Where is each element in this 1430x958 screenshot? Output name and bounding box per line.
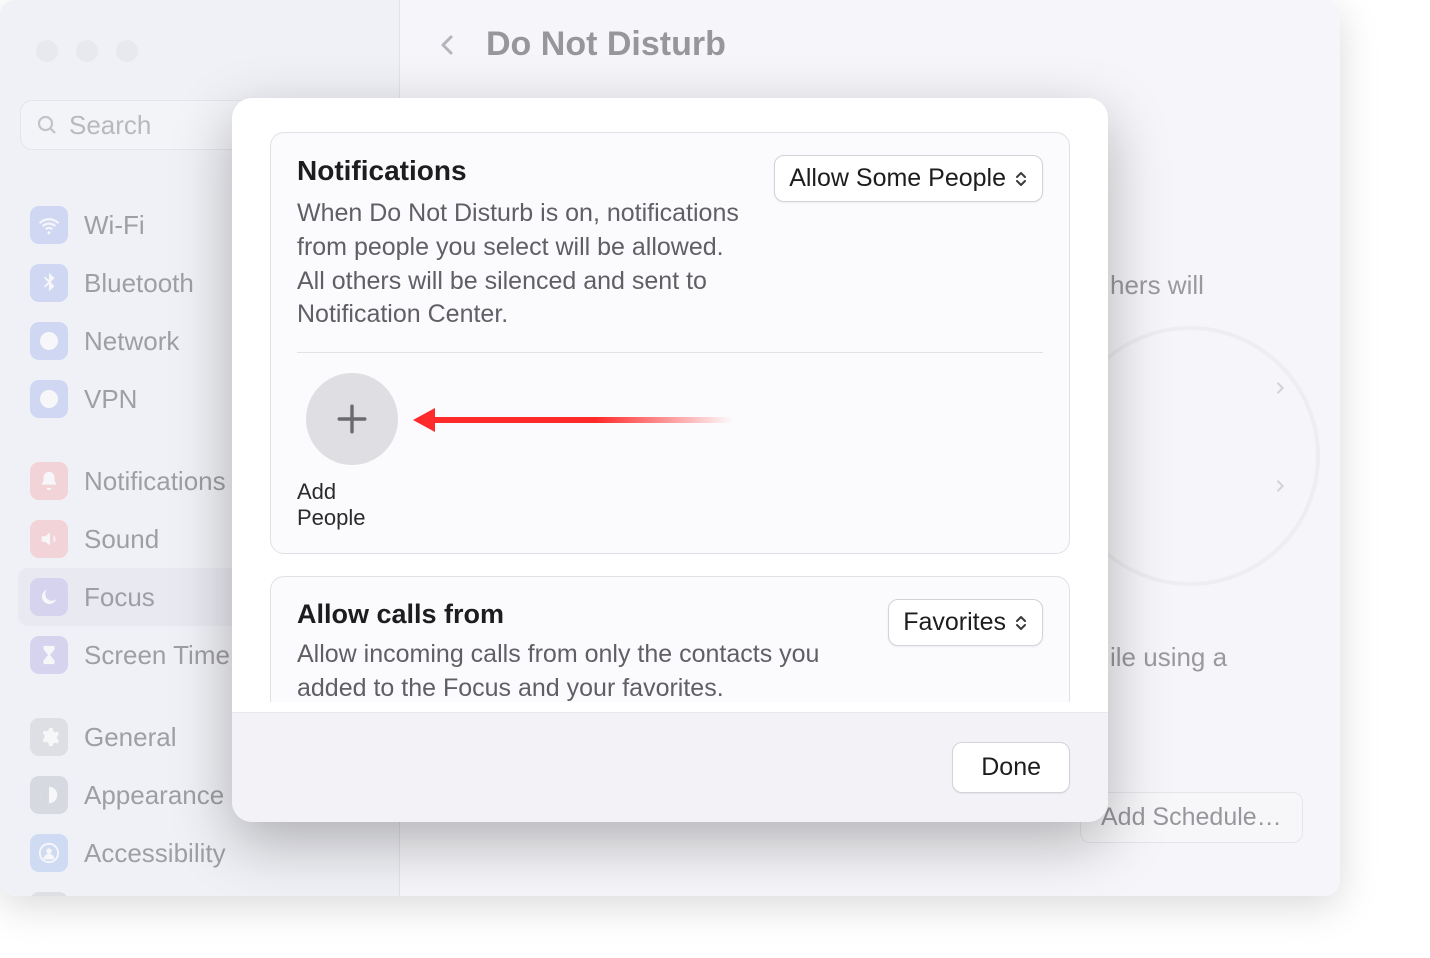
annotation-arrow bbox=[427, 417, 733, 423]
dropdown-value: Allow Some People bbox=[789, 164, 1006, 193]
notifications-title: Notifications bbox=[297, 155, 754, 187]
plus-icon bbox=[335, 402, 369, 436]
settings-window: Wi-FiBluetoothNetworkVPNNotificationsSou… bbox=[0, 0, 1340, 896]
updown-chevron-icon bbox=[1014, 614, 1028, 632]
notifications-card: Notifications When Do Not Disturb is on,… bbox=[270, 132, 1070, 554]
allow-calls-dropdown[interactable]: Favorites bbox=[888, 599, 1043, 646]
done-button[interactable]: Done bbox=[952, 742, 1070, 793]
notifications-allow-dropdown[interactable]: Allow Some People bbox=[774, 155, 1043, 202]
calls-card: Allow calls from Allow incoming calls fr… bbox=[270, 576, 1070, 702]
updown-chevron-icon bbox=[1014, 170, 1028, 188]
add-people-button[interactable] bbox=[306, 373, 398, 465]
allow-calls-description: Allow incoming calls from only the conta… bbox=[297, 638, 866, 702]
dropdown-value: Favorites bbox=[903, 608, 1006, 637]
add-people-label: Add People bbox=[297, 479, 407, 531]
modal-footer: Done bbox=[232, 712, 1108, 822]
allow-calls-title: Allow calls from bbox=[297, 599, 866, 630]
notifications-description: When Do Not Disturb is on, notifications… bbox=[297, 197, 754, 332]
allowed-people-modal: Notifications When Do Not Disturb is on,… bbox=[232, 98, 1108, 822]
